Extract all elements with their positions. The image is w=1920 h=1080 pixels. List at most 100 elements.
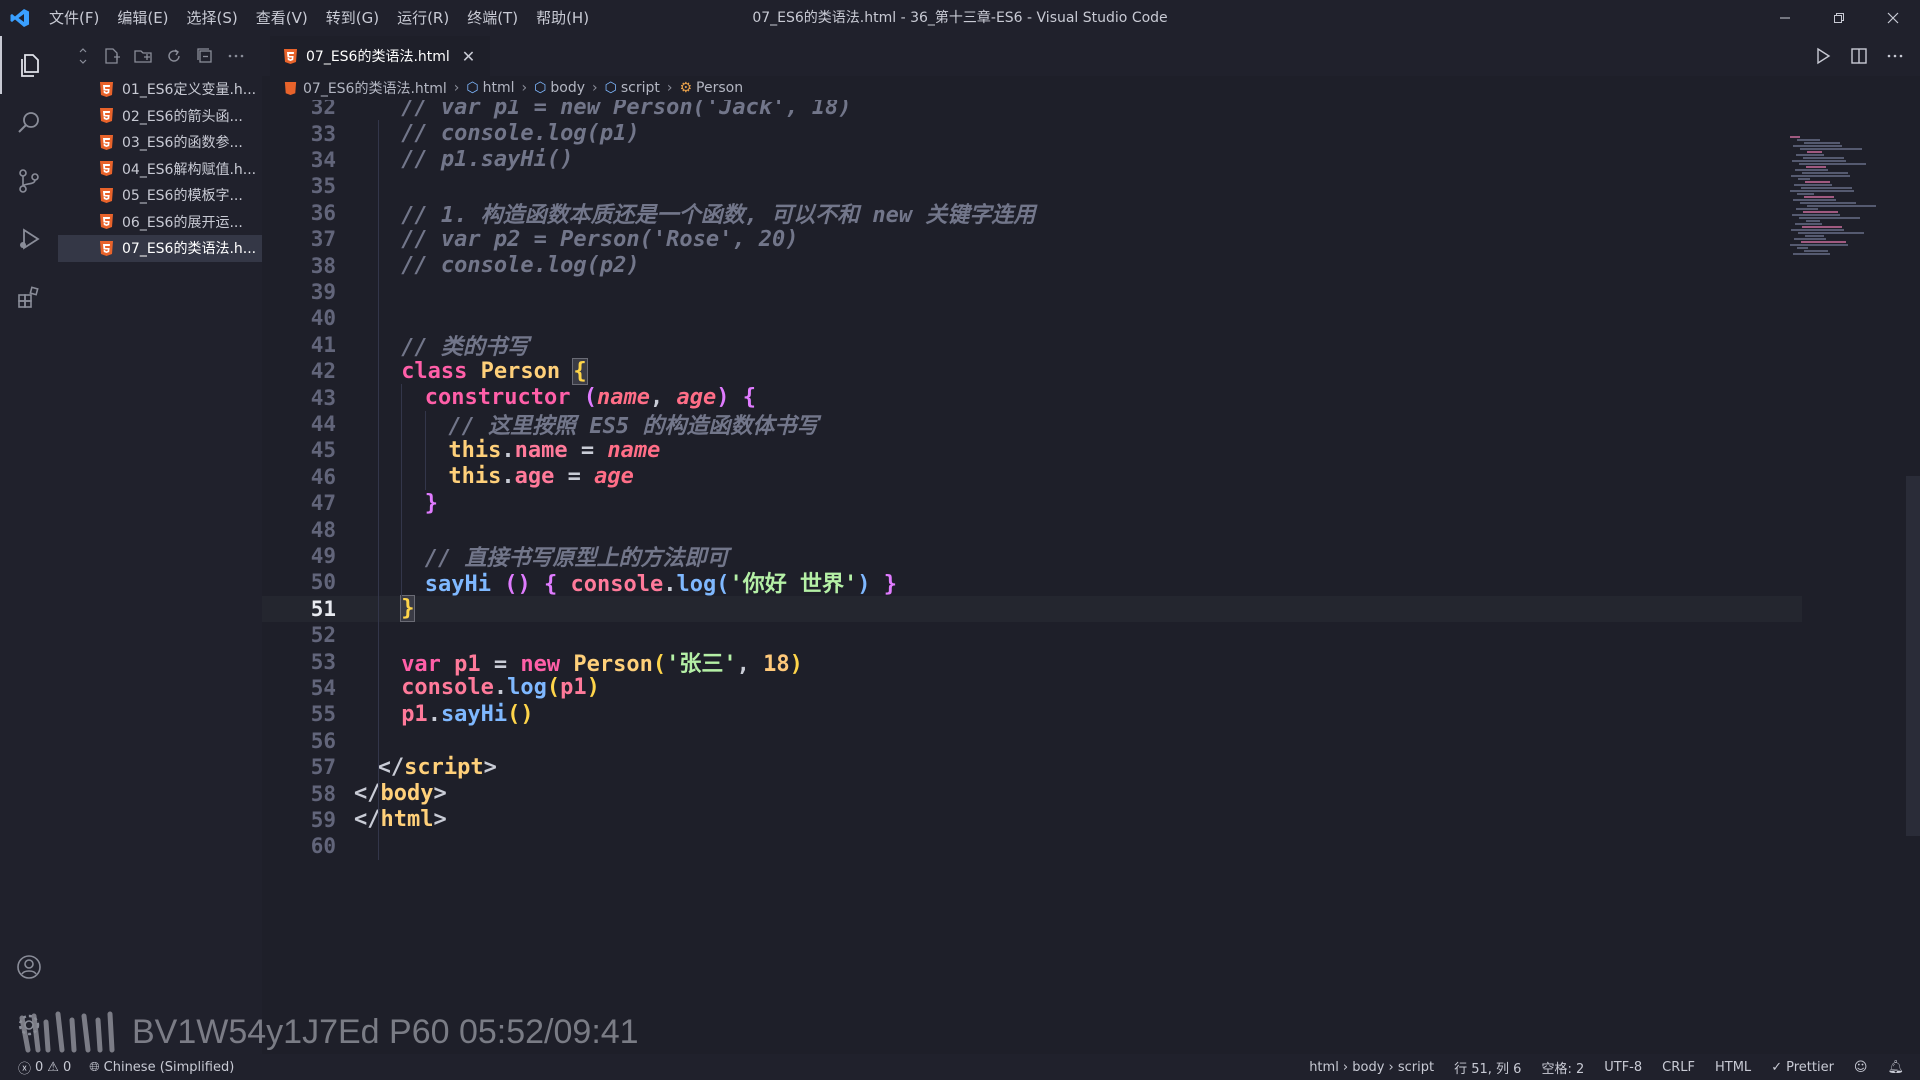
minimap-line (1801, 241, 1846, 243)
search-button[interactable] (0, 94, 58, 152)
code-line[interactable]: 35 (262, 173, 1802, 199)
breadcrumb-item[interactable]: 07_ES6的类语法.html (284, 78, 447, 98)
breadcrumb-label: script (620, 80, 660, 96)
vscode-logo-icon (0, 0, 40, 36)
extensions-button[interactable] (0, 268, 58, 326)
code-line[interactable]: 58 </body> (262, 780, 1802, 806)
code-line[interactable]: 60 (262, 833, 1802, 859)
html5-file-icon (100, 161, 113, 177)
menu-item-7[interactable]: 帮助(H) (527, 0, 598, 36)
tab-active-file[interactable]: 07_ES6的类语法.html ✕ (270, 36, 490, 76)
menu-item-6[interactable]: 终端(T) (458, 0, 527, 36)
breadcrumb-item[interactable]: ⬡ html (466, 80, 514, 96)
code-line[interactable]: 48 (262, 516, 1802, 542)
code-line[interactable]: 37 // var p2 = Person('Rose', 20) (262, 226, 1802, 252)
status-breadcrumb[interactable]: html › body › script (1309, 1060, 1434, 1075)
feedback-icon[interactable]: ☺ (1854, 1060, 1868, 1075)
cursor-position[interactable]: 行 51, 列 6 (1454, 1058, 1521, 1077)
notifications-bell-icon[interactable]: 🔔︎ (1887, 1060, 1904, 1075)
menu-item-4[interactable]: 转到(G) (317, 0, 388, 36)
refresh-icon[interactable] (165, 47, 183, 65)
menu-item-3[interactable]: 查看(V) (247, 0, 317, 36)
code-line[interactable]: 45 this.name = name (262, 437, 1802, 463)
minimap-line (1800, 202, 1856, 204)
language-pack-indicator[interactable]: 🌐︎ Chinese (Simplified) (89, 1060, 234, 1075)
code-line[interactable]: 49// 直接书写原型上的方法即可 (262, 543, 1802, 571)
tab-bar: 07_ES6的类语法.html ✕ (262, 36, 1920, 76)
source-control-button[interactable] (0, 152, 58, 210)
code-line[interactable]: 41 // 类的书写 (262, 332, 1802, 360)
code-line[interactable]: 33 // console.log(p1) (262, 120, 1802, 146)
tab-close-icon[interactable]: ✕ (462, 47, 475, 66)
problems-indicator[interactable]: ⓧ 0 ⚠ 0 (18, 1058, 71, 1077)
code-token: , (649, 385, 677, 411)
minimize-button[interactable] (1758, 0, 1812, 36)
code-line[interactable]: 57 </script> (262, 754, 1802, 780)
prettier-status[interactable]: ✓ Prettier (1771, 1060, 1834, 1075)
run-debug-button[interactable] (0, 210, 58, 268)
code-line[interactable]: 55 p1.sayHi() (262, 701, 1802, 727)
globe-icon: 🌐︎ (89, 1059, 100, 1075)
file-item[interactable]: 03_ES6的函数参... (58, 129, 262, 156)
close-window-button[interactable] (1866, 0, 1920, 36)
minimap-line (1795, 169, 1828, 171)
file-item[interactable]: 06_ES6的展开运... (58, 209, 262, 236)
breadcrumb: 07_ES6的类语法.html › ⬡ html › ⬡ body › ⬡ script › ⚙︎ Pe… (262, 76, 1920, 100)
collapse-chevron-icon[interactable] (76, 48, 90, 64)
new-folder-icon[interactable] (134, 47, 152, 65)
code-line[interactable]: 54 console.log(p1) (262, 675, 1802, 701)
menu-item-0[interactable]: 文件(F) (40, 0, 108, 36)
code-line[interactable]: 43 constructor (name, age) { (262, 384, 1802, 410)
file-item[interactable]: 04_ES6解构赋值.h... (58, 156, 262, 183)
more-actions-icon[interactable] (227, 47, 245, 65)
code-line[interactable]: 53 var p1 = new Person('张三', 18) (262, 648, 1802, 677)
code-editor[interactable]: 32 // var p1 = new Person('Jack', 18) 33 //… (262, 100, 1802, 1054)
menu-item-5[interactable]: 运行(R) (388, 0, 458, 36)
code-line[interactable]: 36 // 1. 构造函数本质还是一个函数, 可以不和 new 关键字连用 (262, 200, 1802, 228)
code-token: ) (857, 572, 871, 598)
language-mode[interactable]: HTML (1715, 1060, 1751, 1075)
restore-button[interactable] (1812, 0, 1866, 36)
end-of-line[interactable]: CRLF (1662, 1060, 1695, 1075)
run-icon[interactable] (1814, 47, 1832, 65)
file-item[interactable]: 07_ES6的类语法.h... (58, 235, 262, 262)
encoding[interactable]: UTF-8 (1604, 1060, 1642, 1075)
minimap[interactable] (1790, 136, 1880, 266)
collapse-all-icon[interactable] (196, 47, 214, 65)
code-line[interactable]: 52 (262, 622, 1802, 648)
code-line[interactable]: 39 (262, 279, 1802, 305)
breadcrumb-item[interactable]: ⚙︎ Person (679, 80, 743, 96)
code-text: } (354, 595, 416, 623)
indentation[interactable]: 空格: 2 (1541, 1058, 1584, 1077)
code-line[interactable]: 47} (262, 490, 1802, 516)
code-line[interactable]: 59 </html> (262, 807, 1802, 833)
new-file-icon[interactable] (103, 47, 121, 65)
code-line[interactable]: 50 sayHi () { console.log('你好 世界') } (262, 569, 1802, 598)
vertical-scrollbar[interactable] (1906, 476, 1920, 836)
file-item[interactable]: 02_ES6的箭头函... (58, 103, 262, 130)
code-line[interactable]: 32 // var p1 = new Person('Jack', 18) (262, 100, 1802, 120)
code-line[interactable]: 34 // p1.sayHi() (262, 147, 1802, 173)
html5-file-icon (100, 240, 113, 256)
file-item[interactable]: 01_ES6定义变量.h... (58, 76, 262, 103)
code-line[interactable]: 46 this.age = age (262, 464, 1802, 490)
menu-item-2[interactable]: 选择(S) (178, 0, 247, 36)
explorer-button[interactable] (0, 36, 58, 94)
code-line[interactable]: 38 // console.log(p2) (262, 252, 1802, 278)
file-item[interactable]: 05_ES6的模板字... (58, 182, 262, 209)
more-actions-icon[interactable] (1886, 47, 1904, 65)
video-watermark: BV1W54y1J7Ed P60 05:52/09:41 (18, 1010, 639, 1054)
code-line[interactable]: 51} (262, 595, 1802, 623)
html5-file-icon (100, 187, 113, 203)
breadcrumb-item[interactable]: ⬡ script (605, 80, 660, 96)
accounts-button[interactable] (0, 938, 58, 996)
menu-item-1[interactable]: 编辑(E) (108, 0, 177, 36)
code-line[interactable]: 40 (262, 305, 1802, 331)
code-line[interactable]: 44 // 这里按照 ES5 的构造函数体书写 (262, 411, 1802, 439)
code-token: name (514, 437, 568, 463)
split-editor-icon[interactable] (1850, 47, 1868, 65)
code-token: () (504, 572, 531, 598)
code-line[interactable]: 42 class Person { (262, 357, 1802, 385)
code-line[interactable]: 56 (262, 728, 1802, 754)
breadcrumb-item[interactable]: ⬡ body (534, 80, 585, 96)
